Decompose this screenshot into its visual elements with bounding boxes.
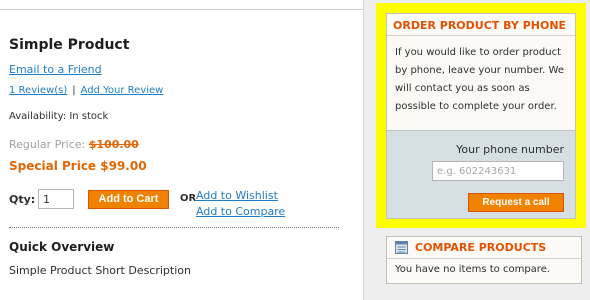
compare-products-header: COMPARE PRODUCTS [387, 237, 581, 259]
phone-order-title: ORDER PRODUCT BY PHONE [387, 14, 575, 36]
add-to-cart-button[interactable]: Add to Cart [88, 190, 169, 209]
product-name: Simple Product [9, 37, 130, 53]
quick-overview-title: Quick Overview [9, 240, 115, 254]
availability-status: Availability: In stock [9, 111, 109, 122]
reviews-separator: | [72, 85, 76, 96]
compare-products-block: COMPARE PRODUCTS You have no items to co… [386, 236, 582, 284]
top-divider [0, 9, 364, 10]
compare-products-title: COMPARE PRODUCTS [415, 241, 547, 254]
or-label: OR [180, 193, 197, 204]
email-friend-link[interactable]: Email to a Friend [9, 63, 102, 76]
overview-divider [9, 227, 339, 228]
add-to-compare-link[interactable]: Add to Compare [196, 205, 285, 218]
phone-order-highlight: ORDER PRODUCT BY PHONE If you would like… [376, 3, 586, 228]
regular-price-value: $100.00 [88, 138, 139, 151]
compare-empty-text: You have no items to compare. [395, 264, 551, 275]
phone-number-input[interactable] [432, 161, 564, 181]
qty-label: Qty: [9, 193, 36, 206]
reviews-row: 1 Review(s) | Add Your Review [9, 85, 163, 96]
qty-input[interactable] [38, 189, 74, 209]
reviews-link[interactable]: 1 Review(s) [9, 85, 67, 96]
request-call-button[interactable]: Request a call [468, 193, 564, 212]
phone-order-block: ORDER PRODUCT BY PHONE If you would like… [386, 13, 576, 219]
regular-price: Regular Price: $100.00 [9, 138, 139, 151]
add-review-link[interactable]: Add Your Review [81, 85, 164, 96]
product-main-column: Simple Product Email to a Friend 1 Revie… [0, 0, 364, 300]
phone-order-description: If you would like to order product by ph… [395, 47, 564, 112]
add-to-wishlist-link[interactable]: Add to Wishlist [196, 189, 278, 202]
special-price: Special Price $99.00 [9, 159, 147, 173]
phone-order-form: Your phone number Request a call [387, 130, 575, 218]
phone-number-label: Your phone number [456, 143, 564, 156]
regular-price-label: Regular Price: [9, 138, 86, 151]
compare-list-icon [395, 241, 408, 254]
add-to-cart-row: Qty: Add to Cart OR Add to Wishlist Add … [9, 188, 349, 218]
quick-overview-text: Simple Product Short Description [9, 264, 191, 277]
